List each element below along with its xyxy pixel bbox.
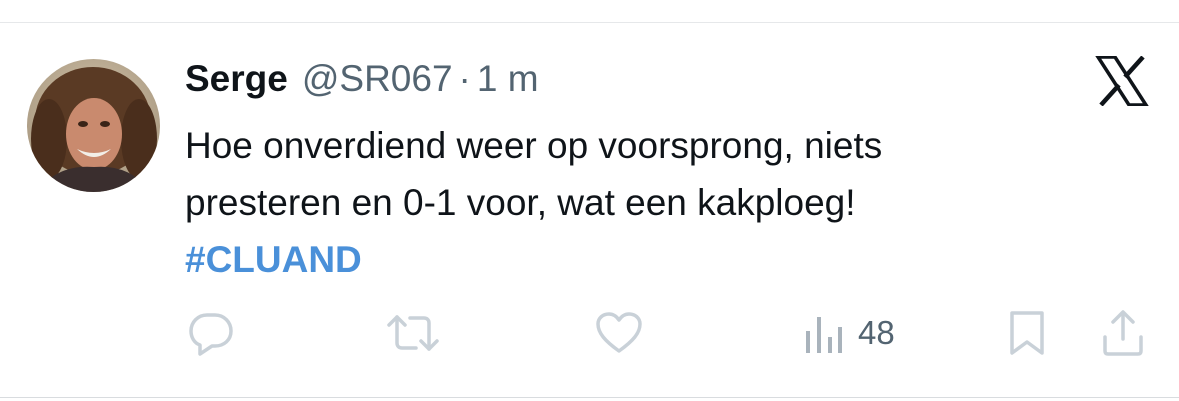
avatar-image <box>27 59 160 192</box>
timestamp[interactable]: 1 m <box>477 58 539 100</box>
hashtag-link[interactable]: #CLUAND <box>185 231 1085 288</box>
reply-icon <box>187 309 235 357</box>
tweet-text-line: Hoe onverdiend weer op voorsprong, niets <box>185 125 883 166</box>
retweet-icon <box>386 309 440 357</box>
share-icon <box>1101 309 1145 357</box>
retweet-button[interactable] <box>386 305 440 360</box>
tweet-text: Hoe onverdiend weer op voorsprong, niets… <box>185 117 1085 288</box>
heart-icon <box>595 309 643 357</box>
tweet-text-line: presteren en 0-1 voor, wat een kakploeg! <box>185 182 856 223</box>
views-chart-icon <box>804 309 844 357</box>
bookmark-icon <box>1007 309 1047 357</box>
views-count: 48 <box>858 313 895 351</box>
tweet-header: Serge @SR067 · 1 m <box>185 58 539 102</box>
bottom-divider <box>0 397 1179 398</box>
avatar[interactable] <box>27 59 160 192</box>
action-bar: 48 <box>0 305 1179 360</box>
share-button[interactable] <box>1101 305 1145 360</box>
x-logo <box>1094 55 1150 107</box>
display-name[interactable]: Serge <box>185 58 288 100</box>
like-button[interactable] <box>595 305 643 360</box>
reply-button[interactable] <box>187 305 235 360</box>
views-button[interactable]: 48 <box>804 305 895 360</box>
user-handle[interactable]: @SR067 <box>302 58 453 100</box>
bookmark-button[interactable] <box>1007 305 1047 360</box>
top-divider <box>0 22 1179 23</box>
separator-dot: · <box>458 58 471 99</box>
